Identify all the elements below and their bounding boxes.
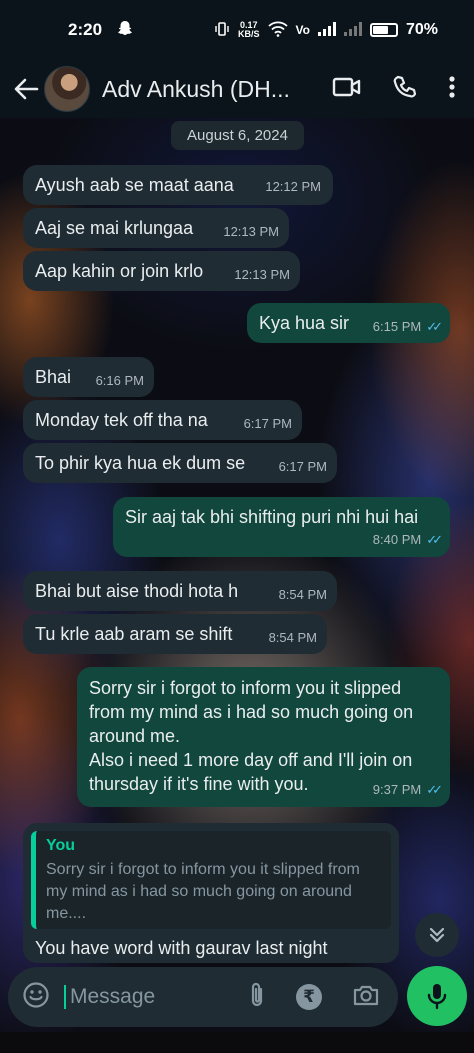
wifi-icon [267, 21, 288, 40]
message-time: 9:37 PM [372, 782, 422, 797]
back-arrow-icon [14, 78, 39, 100]
quote-text: Sorry sir i forgot to inform you it slip… [46, 859, 383, 925]
quote-line: Sorry sir i forgot to inform you it slip… [46, 861, 360, 878]
status-time: 2:20 [68, 20, 103, 39]
header-actions [332, 74, 474, 105]
net-speed: 0.17 KB/S [238, 21, 260, 39]
status-icons: 0.17 KB/S Vo 70% [214, 21, 438, 40]
mic-button[interactable] [407, 966, 467, 1026]
message-time: 8:40 PM [372, 532, 422, 547]
message-time: 12:13 PM [234, 267, 290, 282]
read-ticks-icon: ✓✓ [426, 532, 443, 547]
quote-line: my mind as i had so much going on around [46, 883, 352, 900]
video-call-icon[interactable] [332, 76, 362, 103]
payment-icon[interactable]: ₹ [296, 984, 322, 1010]
signal-icon-2 [343, 21, 362, 39]
message-time: 12:13 PM [223, 224, 279, 239]
message-time: 8:54 PM [268, 630, 317, 645]
emoji-icon[interactable] [22, 981, 50, 1014]
message-composer: ₹ [8, 967, 398, 1027]
message-bubble-incoming[interactable]: To phir kya hua ek dum se 6:17 PM [23, 443, 337, 483]
message-line: Also i need 1 more day off and I'll join… [89, 750, 413, 770]
message-time: 12:12 PM [265, 179, 321, 194]
date-chip: August 6, 2024 [171, 121, 304, 150]
read-ticks-icon: ✓✓ [426, 319, 443, 334]
attach-icon[interactable] [248, 981, 266, 1014]
message-bubble-incoming[interactable]: Bhai 6:16 PM [23, 357, 154, 397]
message-bubble-incoming[interactable]: Bhai but aise thodi hota h 8:54 PM [23, 571, 337, 611]
message-bubble-incoming[interactable]: Aap kahin or join krlo 12:13 PM [23, 251, 300, 291]
message-time: 6:16 PM [95, 373, 144, 388]
camera-icon[interactable] [352, 983, 380, 1012]
message-line: Sorry sir i forgot to inform you it slip… [89, 678, 402, 698]
message-bubble-incoming[interactable]: Tu krle aab aram se shift 8:54 PM [23, 614, 327, 654]
message-bubble-outgoing[interactable]: Kya hua sir 6:15 PM ✓✓ [247, 303, 450, 343]
message-meta: 9:37 PM ✓✓ [372, 778, 443, 802]
message-time: 6:17 PM [243, 416, 292, 431]
quote-author: You [46, 837, 76, 854]
composer-icons: ₹ [248, 981, 384, 1014]
battery-icon [369, 23, 398, 37]
message-text: You have word with gaurav last night [35, 938, 328, 958]
message-bubble-outgoing[interactable]: Sir aaj tak bhi shifting puri nhi hui ha… [113, 497, 450, 557]
more-options-icon[interactable] [448, 75, 456, 104]
mic-icon [427, 984, 447, 1010]
battery-fill [372, 26, 389, 34]
vibrate-icon [214, 21, 230, 40]
message-text: Sir aaj tak bhi shifting puri nhi hui ha… [125, 507, 419, 527]
avatar[interactable] [44, 66, 90, 112]
message-bubble-incoming[interactable]: Ayush aab se maat aana 12:12 PM [23, 165, 333, 205]
snapchat-icon [116, 19, 134, 42]
message-line: from my mind as i had so much going on [89, 702, 414, 722]
quoted-message[interactable]: You Sorry sir i forgot to inform you it … [31, 831, 391, 929]
quote-line: me.... [46, 905, 87, 922]
message-bubble-incoming[interactable]: Aaj se mai krlungaa 12:13 PM [23, 208, 289, 248]
message-input[interactable] [64, 985, 224, 1009]
contact-name[interactable]: Adv Ankush (DH... [102, 76, 302, 103]
net-speed-unit: KB/S [238, 29, 260, 39]
message-bubble-incoming-reply[interactable]: You Sorry sir i forgot to inform you it … [23, 823, 399, 963]
message-bubble-outgoing[interactable]: Sorry sir i forgot to inform you it slip… [77, 667, 450, 807]
scroll-to-bottom-button[interactable] [415, 913, 459, 957]
read-ticks-icon: ✓✓ [426, 782, 443, 797]
battery-percent: 70% [405, 21, 438, 38]
message-line: around me. [89, 726, 181, 746]
message-time: 8:54 PM [278, 587, 327, 602]
chat-header: Adv Ankush (DH... [0, 60, 474, 118]
status-bar: 2:20 0.17 KB/S Vo 70% [0, 0, 474, 60]
double-chevron-down-icon [429, 927, 445, 943]
back-button[interactable] [8, 69, 44, 109]
message-bubble-incoming[interactable]: Monday tek off tha na 6:17 PM [23, 400, 302, 440]
volte-icon: Vo [295, 23, 310, 37]
voice-call-icon[interactable] [392, 74, 418, 105]
message-time: 6:15 PM [372, 319, 422, 334]
message-time: 6:17 PM [278, 459, 327, 474]
signal-icon-1 [317, 21, 336, 39]
message-meta: 8:40 PM ✓✓ [372, 528, 443, 552]
message-meta: 6:15 PM ✓✓ [372, 315, 443, 339]
system-nav-bar [0, 1032, 474, 1053]
